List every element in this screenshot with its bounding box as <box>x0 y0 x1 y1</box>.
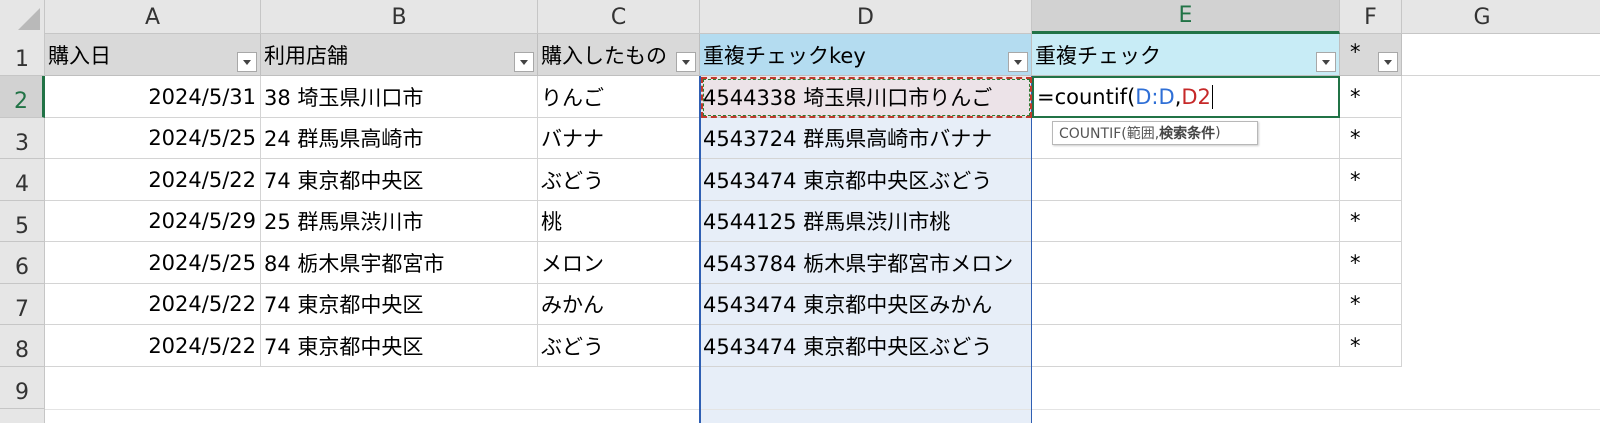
tooltip-close: ) <box>1215 125 1221 141</box>
header-label: 購入日 <box>48 44 111 68</box>
range-ref-border-right <box>1031 76 1032 423</box>
cell-e7[interactable] <box>1032 284 1340 325</box>
cell-e4[interactable] <box>1032 159 1340 201</box>
cell-d4[interactable]: 4543474 東京都中央区ぶどう <box>700 159 1032 201</box>
row-header-9[interactable]: 9 <box>0 367 45 409</box>
cell-b8[interactable]: 74 東京都中央区 <box>261 325 538 367</box>
cell-f6[interactable]: * <box>1340 242 1402 284</box>
row-header-6[interactable]: 6 <box>0 242 45 284</box>
cell-e2-editing[interactable]: =countif(D:D, D2 <box>1032 76 1340 118</box>
header-label: 利用店舗 <box>264 44 348 68</box>
cell-b6[interactable]: 84 栃木県宇都宮市 <box>261 242 538 284</box>
cell-d6[interactable]: 4543784 栃木県宇都宮市メロン <box>700 242 1032 284</box>
header-label: 購入したもの <box>541 44 667 68</box>
row-header-10-partial <box>0 409 45 423</box>
cell-e6[interactable] <box>1032 242 1340 284</box>
tooltip-current-arg: 検索条件 <box>1159 126 1216 142</box>
column-header-a[interactable]: A <box>45 0 261 34</box>
row-header-5[interactable]: 5 <box>0 201 45 242</box>
filter-button-e[interactable] <box>1316 52 1336 72</box>
column-header-f[interactable]: F <box>1340 0 1402 34</box>
cell-f5[interactable]: * <box>1340 201 1402 242</box>
header-cell-purchase-date[interactable]: 購入日 <box>45 34 261 76</box>
range-ref-border-left <box>699 76 701 423</box>
cell-b3[interactable]: 24 群馬県高崎市 <box>261 118 538 159</box>
cell-c2[interactable]: りんご <box>538 76 700 118</box>
row-header-7[interactable]: 7 <box>0 284 45 325</box>
cell-c4[interactable]: ぶどう <box>538 159 700 201</box>
cell-e5[interactable] <box>1032 201 1340 242</box>
cell-d7[interactable]: 4543474 東京都中央区みかん <box>700 284 1032 325</box>
cell-f3[interactable]: * <box>1340 118 1402 159</box>
cell-b7[interactable]: 74 東京都中央区 <box>261 284 538 325</box>
cell-d5[interactable]: 4544125 群馬県渋川市桃 <box>700 201 1032 242</box>
filter-dropdown-icon <box>1322 59 1330 65</box>
cell-c8[interactable]: ぶどう <box>538 325 700 367</box>
function-argument-tooltip[interactable]: COUNTIF(範囲, 検索条件) <box>1052 121 1258 145</box>
filter-button-a[interactable] <box>237 52 257 72</box>
cell-d3[interactable]: 4543724 群馬県高崎市バナナ <box>700 118 1032 159</box>
cell-c6[interactable]: メロン <box>538 242 700 284</box>
cell-g1[interactable] <box>1402 34 1600 76</box>
formula-separator: , <box>1174 85 1182 109</box>
header-cell-store[interactable]: 利用店舗 <box>261 34 538 76</box>
cell-a8[interactable]: 2024/5/22 <box>45 325 261 367</box>
filter-dropdown-icon <box>682 59 690 65</box>
tooltip-function: COUNTIF(範囲, <box>1059 126 1160 142</box>
cell-c3[interactable]: バナナ <box>538 118 700 159</box>
header-cell-dup-check[interactable]: 重複チェック <box>1032 34 1340 76</box>
formula-ref-range: D:D <box>1135 85 1175 109</box>
header-cell-dup-key[interactable]: 重複チェックkey <box>700 34 1032 76</box>
cell-c5[interactable]: 桃 <box>538 201 700 242</box>
cell-d2[interactable]: 4544338 埼玉県川口市りんご <box>700 76 1032 118</box>
cell-f2[interactable]: * <box>1340 76 1402 118</box>
filter-button-c[interactable] <box>676 52 696 72</box>
filter-dropdown-icon <box>1014 59 1022 65</box>
cell-e8[interactable] <box>1032 325 1340 367</box>
column-header-e[interactable]: E <box>1032 0 1340 34</box>
column-header-b[interactable]: B <box>261 0 538 34</box>
cell-b5[interactable]: 25 群馬県渋川市 <box>261 201 538 242</box>
formula-ref-criteria: D2 <box>1181 85 1211 109</box>
row-9-gridline <box>45 409 1600 410</box>
filter-dropdown-icon <box>243 59 251 65</box>
filter-dropdown-icon <box>1384 59 1392 65</box>
column-header-c[interactable]: C <box>538 0 700 34</box>
header-cell-f[interactable]: * <box>1340 34 1402 76</box>
filter-button-b[interactable] <box>514 52 534 72</box>
column-header-g[interactable]: G <box>1402 0 1562 34</box>
cell-a3[interactable]: 2024/5/25 <box>45 118 261 159</box>
filter-dropdown-icon <box>520 59 528 65</box>
row-header-2[interactable]: 2 <box>0 76 45 118</box>
header-cell-item[interactable]: 購入したもの <box>538 34 700 76</box>
cell-b4[interactable]: 74 東京都中央区 <box>261 159 538 201</box>
cell-a6[interactable]: 2024/5/25 <box>45 242 261 284</box>
cell-a4[interactable]: 2024/5/22 <box>45 159 261 201</box>
cell-a5[interactable]: 2024/5/29 <box>45 201 261 242</box>
row-header-8[interactable]: 8 <box>0 325 45 367</box>
column-header-d[interactable]: D <box>700 0 1032 34</box>
cell-d8[interactable]: 4543474 東京都中央区ぶどう <box>700 325 1032 367</box>
cell-c7[interactable]: みかん <box>538 284 700 325</box>
cell-a2[interactable]: 2024/5/31 <box>45 76 261 118</box>
row-header-4[interactable]: 4 <box>0 159 45 201</box>
row-header-3[interactable]: 3 <box>0 118 45 159</box>
cell-f7[interactable]: * <box>1340 284 1402 325</box>
header-label: * <box>1350 40 1361 64</box>
cell-f4[interactable]: * <box>1340 159 1402 201</box>
header-label: 重複チェック <box>1035 44 1161 68</box>
filter-button-f[interactable] <box>1378 52 1398 72</box>
cell-b2[interactable]: 38 埼玉県川口市 <box>261 76 538 118</box>
select-all-icon <box>18 8 40 30</box>
select-all-corner[interactable] <box>0 0 45 34</box>
row-header-1[interactable]: 1 <box>0 34 45 76</box>
text-caret <box>1211 85 1213 109</box>
filter-button-d[interactable] <box>1008 52 1028 72</box>
header-label: 重複チェックkey <box>703 44 866 68</box>
cell-a7[interactable]: 2024/5/22 <box>45 284 261 325</box>
column-d-range-highlight <box>701 367 1031 423</box>
formula-prefix: =countif( <box>1037 85 1136 109</box>
cell-f8[interactable]: * <box>1340 325 1402 367</box>
